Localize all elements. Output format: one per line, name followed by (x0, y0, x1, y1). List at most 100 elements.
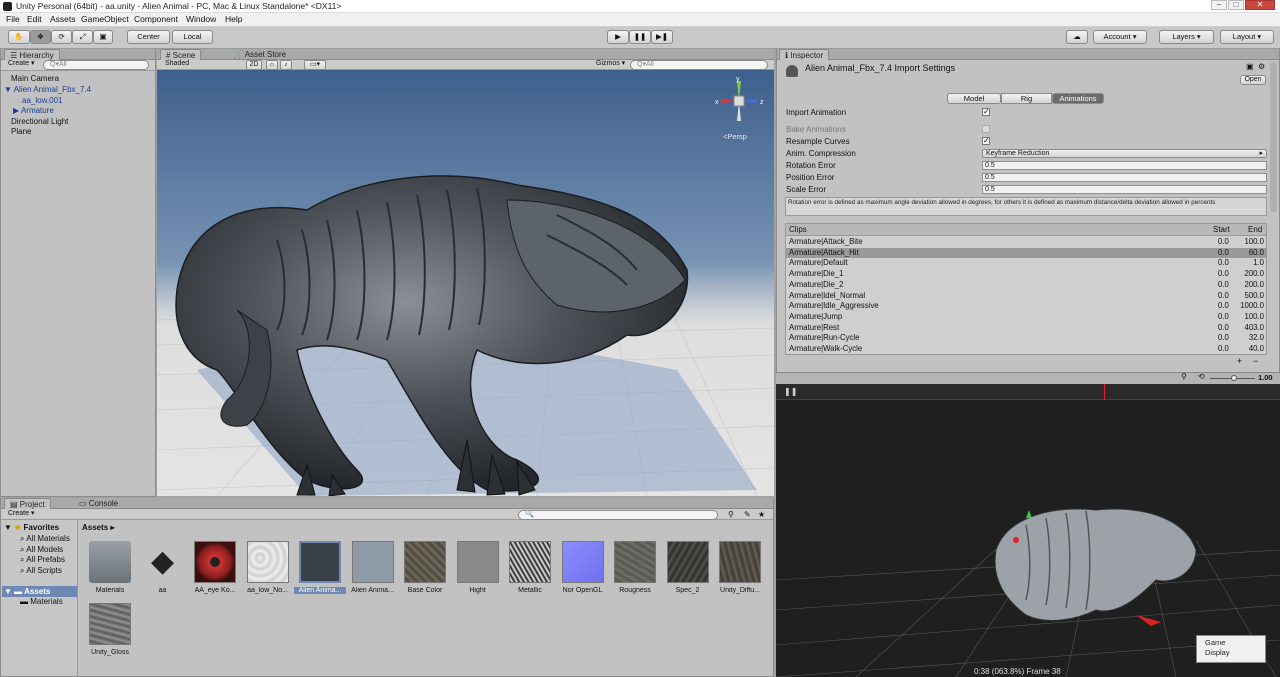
anim-compression-dropdown[interactable]: Keyframe Reduction ▸ (982, 149, 1267, 158)
menu-help[interactable]: Help (225, 14, 242, 24)
play-button[interactable]: ▶ (607, 30, 629, 44)
asset-item[interactable]: ◆ aa (137, 541, 189, 594)
lighting-toggle-icon[interactable]: ☼ (266, 60, 278, 70)
asset-item[interactable]: Spec_2 (662, 541, 714, 594)
asset-item[interactable]: AA_eye Ko... (189, 541, 241, 594)
assets-root-folder[interactable]: ▼ ▬ Assets (4, 587, 50, 596)
hand-tool-icon[interactable]: ✋ (8, 30, 30, 44)
clip-row[interactable]: Armature|Rest 0.0 403.0 (786, 323, 1266, 334)
collapse-arrow-icon[interactable]: ▶ (13, 106, 19, 115)
clip-row[interactable]: Armature|Jump 0.0 100.0 (786, 312, 1266, 323)
clip-row[interactable]: Armature|Attack_Bite 0.0 100.0 (786, 237, 1266, 248)
favorite-star-icon[interactable]: ★ (758, 510, 765, 519)
favorites-folder[interactable]: ▼ ★ Favorites (4, 523, 59, 532)
fav-all-scripts[interactable]: ⌕ All Scripts (20, 566, 62, 576)
asset-item[interactable]: Unity_Diffu... (714, 541, 766, 594)
asset-item[interactable]: Nor OpenGL (557, 541, 609, 594)
tab-inspector[interactable]: ℹ Inspector (779, 49, 830, 60)
tab-rig[interactable]: Rig (1001, 93, 1052, 104)
rotation-error-field[interactable]: 0.5 (982, 161, 1267, 170)
clip-row[interactable]: Armature|Run-Cycle 0.0 32.0 (786, 333, 1266, 344)
preview-pause-icon[interactable]: ❚❚ (784, 387, 797, 396)
fav-all-prefabs[interactable]: ⌕ All Prefabs (20, 555, 65, 565)
position-error-field[interactable]: 0.5 (982, 173, 1267, 182)
tab-hierarchy[interactable]: ☰ Hierarchy (4, 49, 60, 60)
maximize-button[interactable]: □ (1228, 0, 1244, 10)
clip-row[interactable]: Armature|Die_2 0.0 200.0 (786, 280, 1266, 291)
asset-item[interactable]: Alien Anima... (347, 541, 399, 594)
expand-arrow-icon[interactable]: ▼ (4, 85, 12, 94)
avatar-preview-icon[interactable]: ⚲ (1181, 372, 1187, 381)
fav-all-models[interactable]: ⌕ All Models (20, 545, 63, 555)
settings-gear-icon[interactable]: ⚙ (1258, 62, 1265, 71)
menu-window[interactable]: Window (186, 14, 216, 24)
fav-all-materials[interactable]: ⌕ All Materials (20, 534, 70, 544)
rotate-tool-icon[interactable]: ⟳ (51, 30, 72, 44)
clip-row[interactable]: Armature|Idel_Normal 0.0 500.0 (786, 291, 1266, 302)
project-create-button[interactable]: Create ▾ (5, 510, 39, 520)
filter-type-icon[interactable]: ⚲ (728, 510, 734, 519)
project-search-input[interactable]: 🔍 (518, 510, 718, 520)
close-button[interactable]: ✕ (1245, 0, 1275, 10)
step-button[interactable]: ▶❚ (651, 30, 673, 44)
perspective-label[interactable]: <Persp (723, 132, 747, 141)
bake-animations-checkbox[interactable] (982, 125, 990, 133)
scale-error-field[interactable]: 0.5 (982, 185, 1267, 194)
pivot-local-button[interactable]: Local (172, 30, 213, 44)
asset-item[interactable]: Hight (452, 541, 504, 594)
asset-item[interactable]: Unity_Gloss (84, 603, 136, 656)
menu-file[interactable]: File (6, 14, 20, 24)
hierarchy-create-button[interactable]: Create ▾ (5, 60, 39, 70)
asset-item[interactable]: Base Color (399, 541, 451, 594)
menu-assets[interactable]: Assets (50, 14, 76, 24)
layout-dropdown[interactable]: Layout ▾ (1220, 30, 1274, 44)
clip-row[interactable]: Armature|Walk-Cycle 0.0 40.0 (786, 344, 1266, 355)
tab-scene[interactable]: # Scene (160, 49, 202, 60)
speed-slider-thumb[interactable] (1231, 375, 1237, 381)
inspector-scrollbar[interactable] (1270, 62, 1277, 212)
menu-edit[interactable]: Edit (27, 14, 42, 24)
audio-toggle-icon[interactable]: ♪ (280, 60, 292, 70)
effects-dropdown-icon[interactable]: ▭▾ (304, 60, 326, 70)
hierarchy-item-alien-animal[interactable]: ▼ Alien Animal_Fbx_7.4 (4, 85, 91, 94)
asset-item[interactable]: Rougness (609, 541, 661, 594)
clip-row[interactable]: Armature|Attack_Hit 0.0 60.0 (786, 247, 1266, 259)
gizmo-center-cube[interactable] (733, 95, 745, 107)
tab-console[interactable]: ▭ Console (74, 498, 123, 509)
materials-folder[interactable]: ▬ Materials (20, 597, 63, 606)
import-animation-checkbox[interactable]: ✓ (982, 108, 990, 116)
asset-item[interactable]: Alien Anima... (294, 541, 346, 594)
hierarchy-item-plane[interactable]: Plane (11, 127, 31, 136)
layers-dropdown[interactable]: Layers ▾ (1159, 30, 1214, 44)
shading-mode-dropdown[interactable]: Shaded (162, 60, 240, 70)
hierarchy-item-directional-light[interactable]: Directional Light (11, 117, 68, 126)
scene-search-input[interactable]: Q▾All (630, 60, 768, 70)
timeline-playhead[interactable] (1104, 384, 1105, 400)
mode-2d-toggle[interactable]: 2D (246, 60, 262, 70)
remove-clip-button[interactable]: − (1253, 356, 1258, 366)
menu-component[interactable]: Component (134, 14, 178, 24)
gizmos-dropdown[interactable]: Gizmos ▾ (593, 60, 627, 70)
clip-row[interactable]: Armature|Idle_Aggressive 0.0 1000.0 (786, 301, 1266, 312)
account-dropdown[interactable]: Account ▾ (1093, 30, 1147, 44)
add-clip-button[interactable]: + (1237, 356, 1242, 366)
pause-button[interactable]: ❚❚ (629, 30, 651, 44)
tab-project[interactable]: ▤ Project (4, 498, 51, 509)
asset-item[interactable]: Metallic (504, 541, 556, 594)
hierarchy-item-aa-low[interactable]: aa_low.001 (22, 96, 62, 105)
move-tool-icon[interactable]: ✥ (30, 30, 51, 44)
clip-row[interactable]: Armature|Default 0.0 1.0 (786, 258, 1266, 269)
timeline-bar[interactable] (776, 384, 1280, 400)
clip-row[interactable]: Armature|Die_1 0.0 200.0 (786, 269, 1266, 280)
minimize-button[interactable]: ‒ (1211, 0, 1227, 10)
hierarchy-search-input[interactable]: Q▾All (43, 60, 149, 70)
rect-tool-icon[interactable]: ▣ (93, 30, 113, 44)
tab-asset-store[interactable]: 🛒 Asset Store (228, 49, 291, 60)
pivot-center-button[interactable]: Center (127, 30, 170, 44)
asset-item[interactable]: aa_low_No... (242, 541, 294, 594)
hierarchy-item-main-camera[interactable]: Main Camera (11, 74, 59, 83)
menu-gameobject[interactable]: GameObject (81, 14, 129, 24)
scale-tool-icon[interactable]: ⤢ (72, 30, 93, 44)
breadcrumb[interactable]: Assets ▸ (82, 523, 114, 532)
filter-label-icon[interactable]: ✎ (744, 510, 751, 519)
